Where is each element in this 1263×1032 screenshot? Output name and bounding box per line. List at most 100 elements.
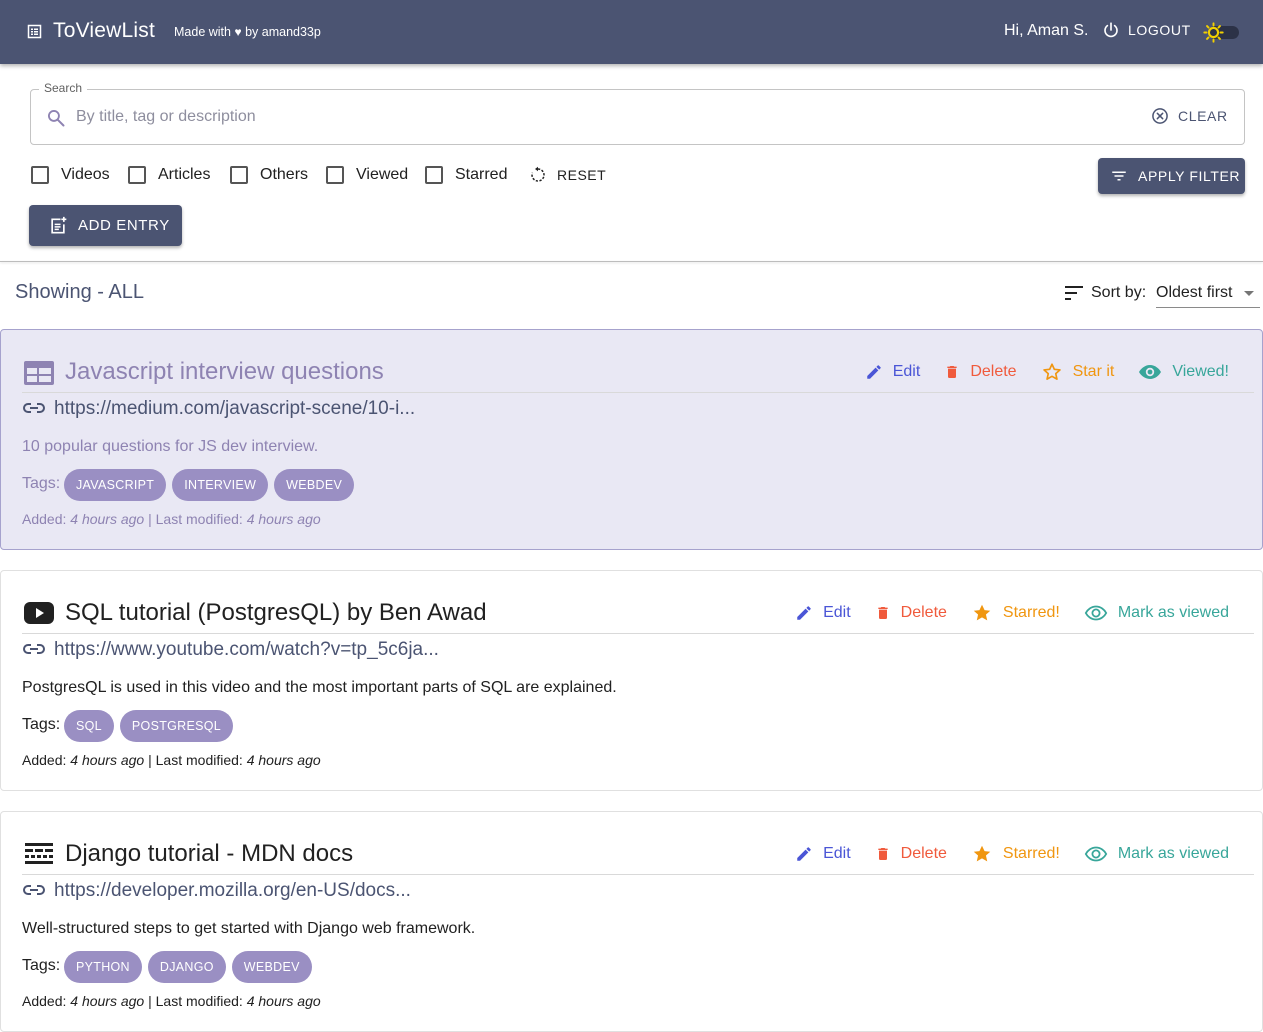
- sort-selected-value: Oldest first: [1156, 284, 1233, 301]
- added-label: Added:: [22, 993, 67, 1009]
- entry-title: Django tutorial - MDN docs: [65, 840, 354, 867]
- pencil-icon: [797, 847, 811, 861]
- post-add-icon: [51, 216, 67, 233]
- heart-icon: ♥: [234, 25, 242, 39]
- dark-mode-toggle[interactable]: [1203, 22, 1241, 43]
- entry-card: SQL tutorial (PostgresQL) by Ben Awad Ed…: [0, 570, 1263, 791]
- entry-description: 10 popular questions for JS dev intervie…: [22, 438, 319, 455]
- entry-title: Javascript interview questions: [65, 358, 384, 385]
- web-asset-icon: [25, 843, 53, 864]
- starred-checkbox[interactable]: [425, 166, 443, 184]
- entry-link[interactable]: https://developer.mozilla.org/en-US/docs…: [54, 880, 411, 902]
- videos-checkbox[interactable]: [31, 166, 49, 184]
- filter-videos[interactable]: Videos: [31, 166, 110, 184]
- delete-button[interactable]: Delete: [944, 363, 1017, 381]
- reset-button[interactable]: RESET: [529, 166, 606, 184]
- added-time: 4 hours ago: [70, 511, 145, 527]
- eye-outline-icon: [1084, 846, 1108, 862]
- logout-label: LOGOUT: [1128, 22, 1191, 38]
- filter-starred[interactable]: Starred: [425, 166, 507, 184]
- view-label: Mark as viewed: [1117, 604, 1229, 621]
- meta-separator: |: [148, 993, 152, 1009]
- article-icon: [24, 361, 54, 385]
- entry-timestamps: Added: 4 hours ago | Last modified: 4 ho…: [22, 993, 321, 1009]
- link-icon: [23, 403, 45, 413]
- showing-heading: Showing - ALL: [15, 281, 144, 303]
- mark-viewed-button[interactable]: Mark as viewed: [1084, 845, 1229, 863]
- app-bar: ToViewList Made with ♥ by amand33p Hi, A…: [0, 0, 1263, 64]
- tag-chip[interactable]: WEBDEV: [231, 951, 312, 983]
- entry-description: Well-structured steps to get started wit…: [22, 920, 476, 937]
- star-button[interactable]: Starred!: [971, 843, 1060, 865]
- delete-label: Delete: [900, 845, 947, 862]
- tag-list: PYTHON DJANGO WEBDEV: [64, 951, 312, 983]
- clear-button[interactable]: CLEAR: [1150, 106, 1228, 126]
- tag-chip[interactable]: INTERVIEW: [172, 469, 269, 501]
- tag-chip[interactable]: PYTHON: [64, 951, 142, 983]
- add-entry-button[interactable]: ADD ENTRY: [29, 205, 182, 246]
- entry-card: Javascript interview questions Edit Dele…: [0, 329, 1263, 550]
- tag-chip[interactable]: WEBDEV: [274, 469, 355, 501]
- meta-separator: |: [148, 511, 152, 527]
- modified-time: 4 hours ago: [246, 511, 321, 527]
- entry-card: Django tutorial - MDN docs Edit Delete S…: [0, 811, 1263, 1032]
- tag-chip[interactable]: JAVASCRIPT: [64, 469, 167, 501]
- youtube-icon: [24, 602, 54, 624]
- modified-time: 4 hours ago: [246, 993, 321, 1009]
- pencil-icon: [797, 606, 811, 620]
- tag-chip[interactable]: DJANGO: [147, 951, 226, 983]
- link-icon: [23, 644, 45, 654]
- entry-timestamps: Added: 4 hours ago | Last modified: 4 ho…: [22, 511, 321, 527]
- tags-label: Tags:: [22, 957, 61, 974]
- entry-link[interactable]: https://www.youtube.com/watch?v=tp_5c6ja…: [54, 639, 439, 661]
- view-label: Viewed!: [1172, 363, 1229, 380]
- tag-chip[interactable]: POSTGRESQL: [119, 710, 234, 742]
- made-with-credit: Made with ♥ by amand33p: [174, 25, 321, 39]
- search-label: Search: [39, 81, 88, 95]
- tags-label: Tags:: [22, 716, 61, 733]
- filter-viewed[interactable]: Viewed: [326, 166, 408, 184]
- entry-actions: Edit Delete Starred! Mark as viewed: [771, 602, 1229, 624]
- apply-filter-button[interactable]: APPLY FILTER: [1098, 158, 1245, 194]
- star-label: Starred!: [1002, 845, 1060, 862]
- star-button[interactable]: Starred!: [971, 602, 1060, 624]
- delete-button[interactable]: Delete: [875, 845, 947, 863]
- star-button[interactable]: Star it: [1041, 361, 1114, 383]
- sun-icon: [1203, 22, 1224, 43]
- trash-icon: [947, 366, 957, 378]
- card-divider: [22, 633, 1254, 634]
- edit-label: Edit: [823, 845, 851, 862]
- tag-chip[interactable]: SQL: [64, 710, 114, 742]
- edit-button[interactable]: Edit: [795, 845, 851, 863]
- edit-button[interactable]: Edit: [795, 604, 851, 622]
- entry-timestamps: Added: 4 hours ago | Last modified: 4 ho…: [22, 752, 321, 768]
- pencil-icon: [866, 365, 881, 379]
- filter-articles[interactable]: Articles: [128, 166, 210, 184]
- cancel-icon: [1152, 108, 1168, 124]
- mark-viewed-button[interactable]: Mark as viewed: [1084, 604, 1229, 622]
- added-time: 4 hours ago: [70, 993, 145, 1009]
- articles-checkbox[interactable]: [128, 166, 146, 184]
- edit-button[interactable]: Edit: [865, 363, 920, 381]
- sort-select[interactable]: Oldest first: [1156, 280, 1260, 308]
- entry-description: PostgresQL is used in this video and the…: [22, 679, 617, 696]
- logout-button[interactable]: LOGOUT: [1102, 21, 1191, 39]
- search-input[interactable]: [76, 106, 1136, 128]
- viewed-checkbox[interactable]: [326, 166, 344, 184]
- delete-button[interactable]: Delete: [875, 604, 947, 622]
- card-divider: [22, 392, 1254, 393]
- filter-label: Viewed: [356, 166, 409, 183]
- author-link[interactable]: by amand33p: [245, 25, 321, 39]
- view-label: Mark as viewed: [1117, 845, 1229, 862]
- app-title[interactable]: ToViewList: [53, 19, 155, 43]
- entry-link[interactable]: https://medium.com/javascript-scene/10-i…: [54, 398, 415, 420]
- made-with-prefix: Made with: [174, 25, 231, 39]
- viewed-button[interactable]: Viewed!: [1138, 363, 1229, 381]
- filter-others[interactable]: Others: [230, 166, 308, 184]
- tag-list: SQL POSTGRESQL: [64, 710, 234, 742]
- clear-label: CLEAR: [1178, 108, 1228, 124]
- others-checkbox[interactable]: [230, 166, 248, 184]
- sort-label: Sort by:: [1091, 284, 1147, 301]
- caret-down-icon: [1244, 291, 1254, 296]
- filter-label: Others: [260, 166, 309, 183]
